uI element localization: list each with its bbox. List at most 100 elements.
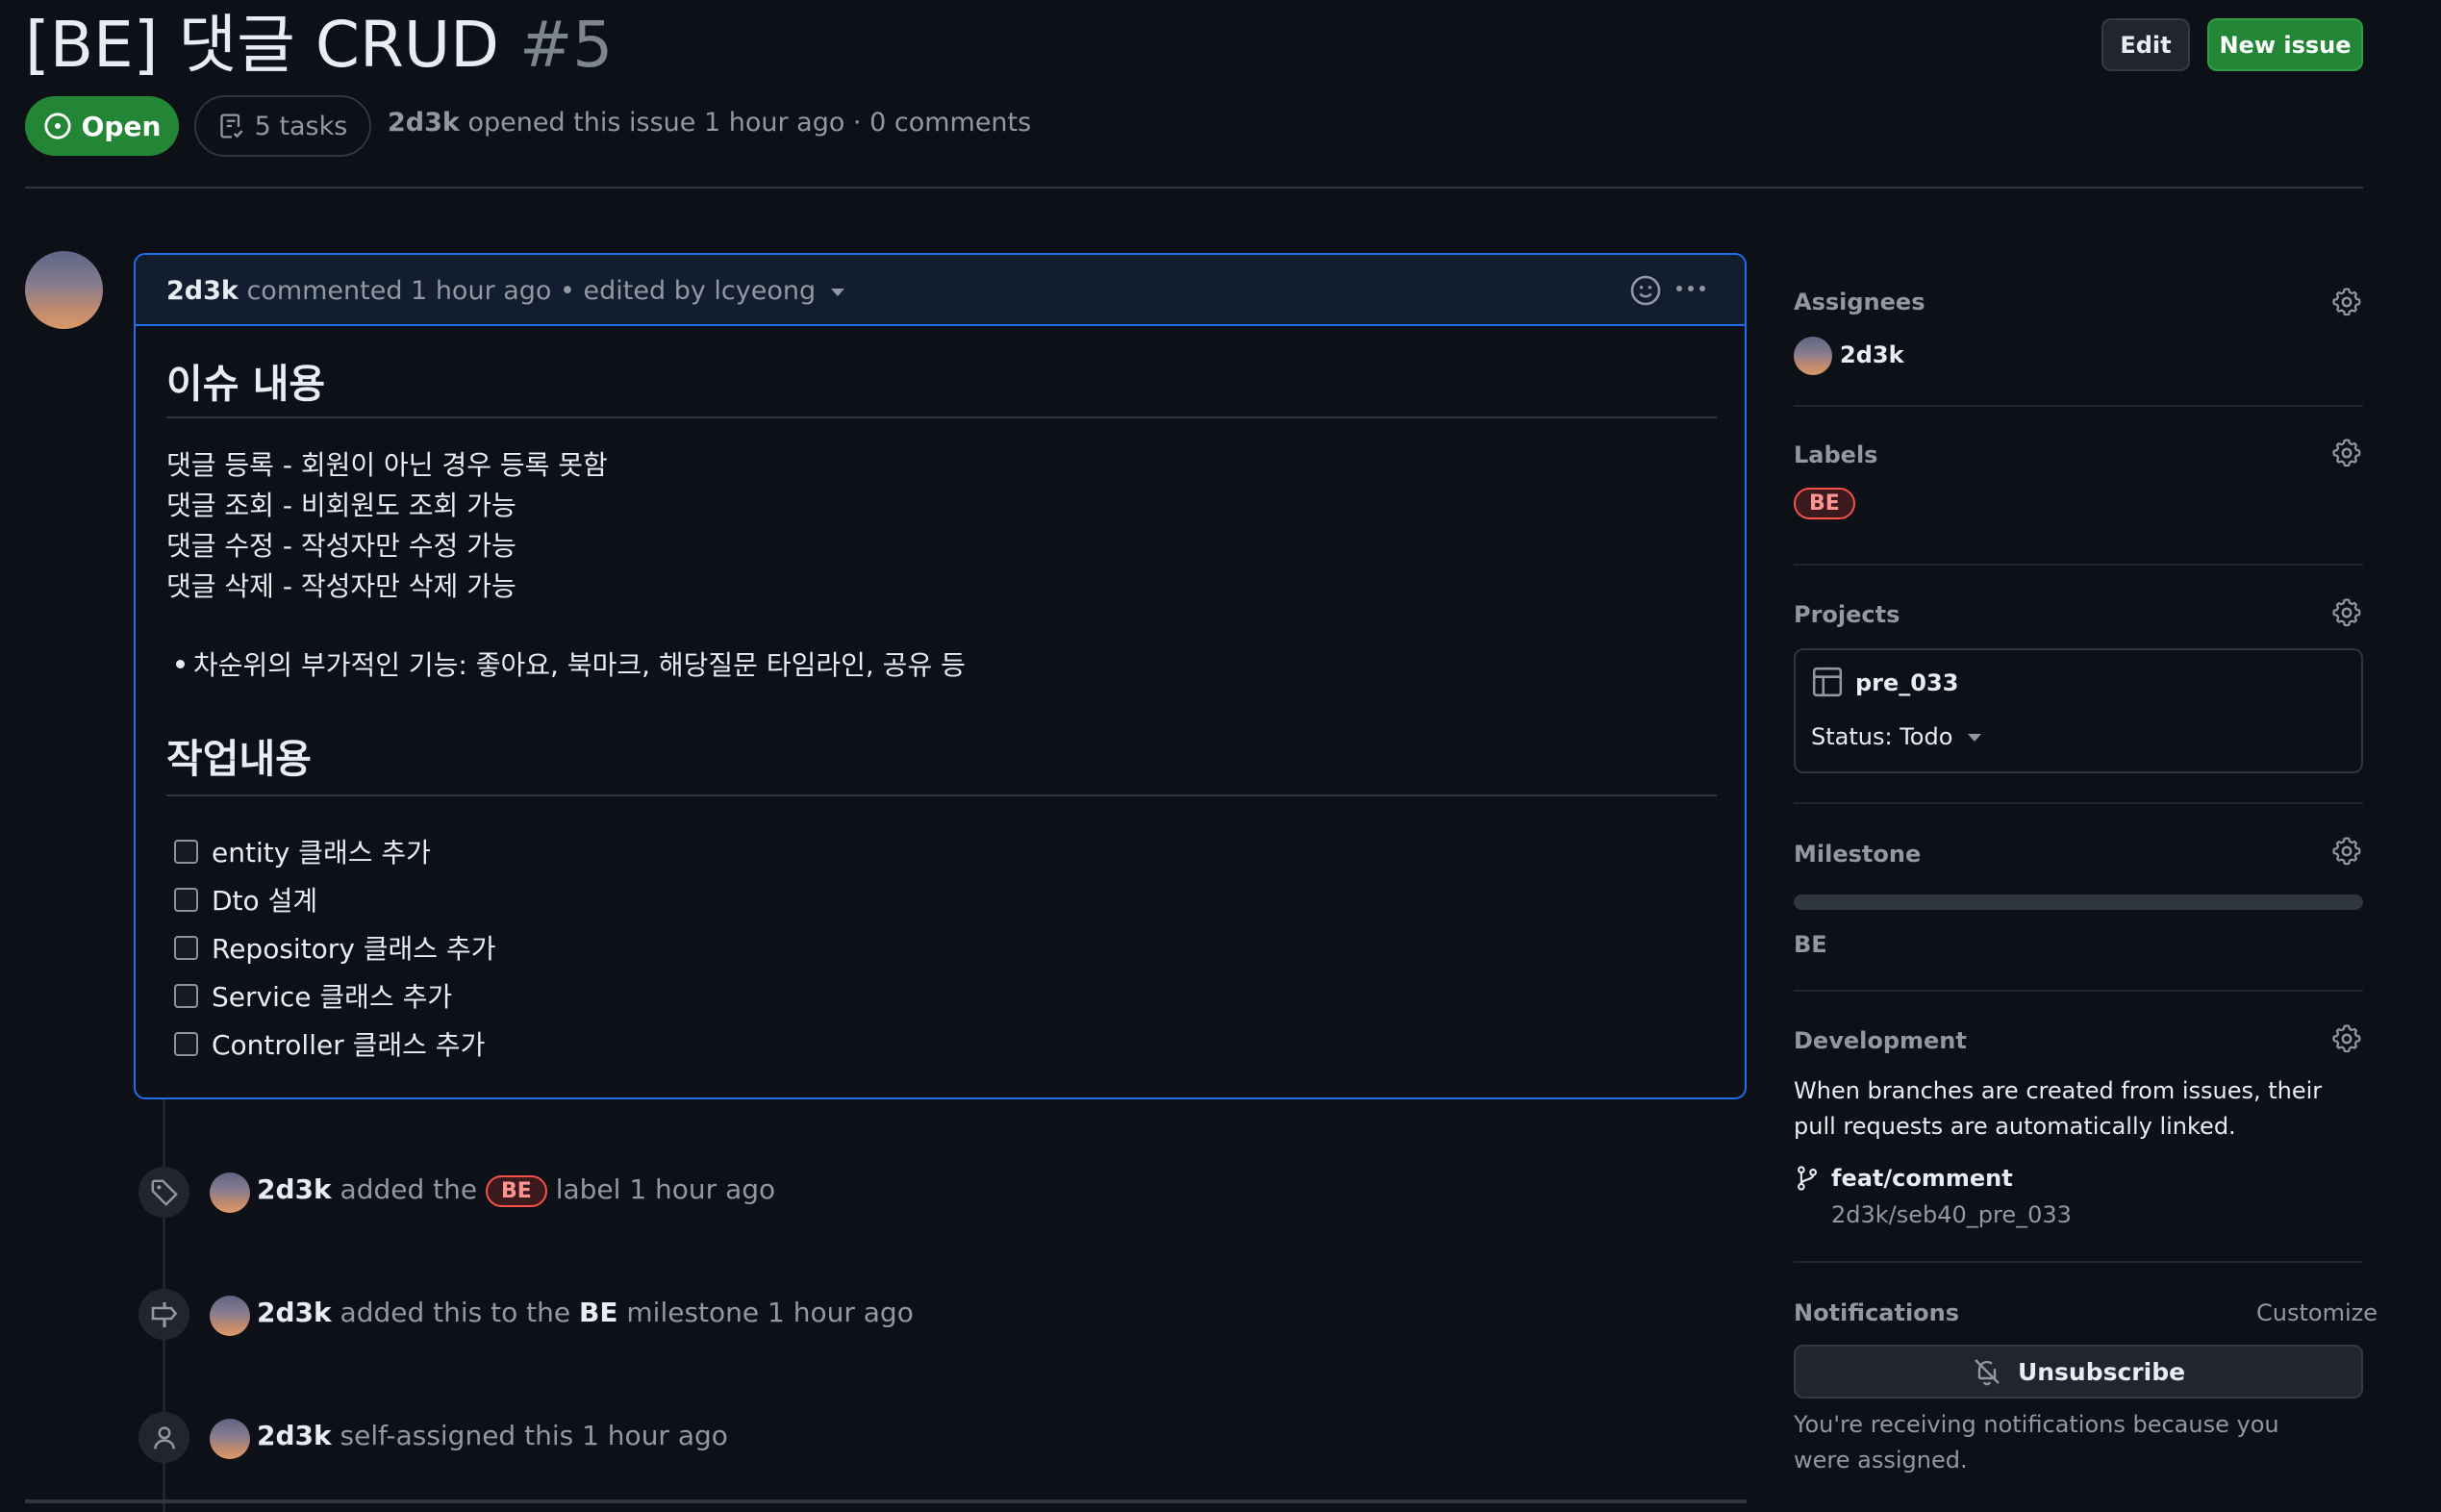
unsubscribe-button[interactable]: Unsubscribe xyxy=(1794,1345,2363,1399)
task-checkbox[interactable] xyxy=(174,839,198,864)
gear-icon[interactable] xyxy=(2331,287,2362,317)
label-badge[interactable]: BE xyxy=(1794,488,1855,519)
event-text: label 1 hour ago xyxy=(555,1173,776,1205)
sidebar-divider xyxy=(1794,1261,2363,1263)
task-label: entity 클래스 추가 xyxy=(212,837,431,869)
timeline-event: 2d3k added this to the BE milestone 1 ho… xyxy=(257,1297,914,1328)
project-card: pre_033 Status: Todo xyxy=(1794,648,2363,773)
project-name[interactable]: pre_033 xyxy=(1855,669,1958,696)
issue-title-text: [BE] 댓글 CRUD xyxy=(25,8,499,82)
timeline-divider xyxy=(25,1499,1747,1503)
task-label: Repository 클래스 추가 xyxy=(212,933,496,965)
task-checkbox[interactable] xyxy=(174,887,198,912)
bell-slash-icon xyxy=(1975,1359,2000,1386)
project-status-select[interactable]: Status: Todo xyxy=(1811,723,1982,750)
task-label: Dto 설계 xyxy=(212,885,318,917)
edit-button[interactable]: Edit xyxy=(2101,18,2190,71)
heading-divider xyxy=(166,416,1717,418)
kebab-horizontal-icon[interactable] xyxy=(1676,286,1705,291)
tasks-label: 5 tasks xyxy=(254,111,348,141)
milestone-link[interactable]: BE xyxy=(579,1297,617,1328)
branch-repo[interactable]: 2d3k/seb40_pre_033 xyxy=(1831,1201,2072,1228)
sidebar-divider xyxy=(1794,990,2363,992)
event-text: added this to the xyxy=(340,1297,571,1328)
new-issue-button[interactable]: New issue xyxy=(2207,18,2363,71)
milestone-heading: Milestone xyxy=(1794,841,1922,868)
issue-title: [BE] 댓글 CRUD #5 xyxy=(25,2,613,88)
project-status: Status: Todo xyxy=(1811,723,1953,750)
event-text: milestone 1 hour ago xyxy=(626,1297,914,1328)
branch-link[interactable]: feat/comment xyxy=(1831,1165,2013,1192)
avatar[interactable] xyxy=(210,1296,250,1336)
label-badge[interactable]: BE xyxy=(486,1174,547,1207)
heading-divider xyxy=(166,794,1717,796)
issue-meta: 2d3k opened this issue 1 hour ago · 0 co… xyxy=(388,108,1031,138)
assignee-name[interactable]: 2d3k xyxy=(1840,341,1904,368)
sidebar-divider xyxy=(1794,564,2363,566)
tasks-badge[interactable]: 5 tasks xyxy=(194,95,371,157)
status-label: Open xyxy=(81,110,162,142)
task-checkbox[interactable] xyxy=(174,1031,198,1056)
task-label: Service 클래스 추가 xyxy=(212,981,453,1013)
avatar[interactable] xyxy=(1794,337,1832,375)
labels-heading: Labels xyxy=(1794,441,1878,468)
gear-icon[interactable] xyxy=(2331,1023,2362,1054)
projects-heading: Projects xyxy=(1794,601,1900,628)
gear-icon[interactable] xyxy=(2331,836,2362,867)
task-item: Repository 클래스 추가 xyxy=(174,928,496,967)
milestone-icon xyxy=(151,1301,177,1327)
milestone-name[interactable]: BE xyxy=(1794,931,1827,958)
issue-meta-text: opened this issue 1 hour ago · 0 comment… xyxy=(467,108,1032,138)
event-text: self-assigned this 1 hour ago xyxy=(340,1420,728,1451)
checklist-icon xyxy=(220,113,243,139)
issue-number: #5 xyxy=(518,8,614,82)
paragraph-line: 댓글 등록 - 회원이 아닌 경우 등록 못함 xyxy=(166,449,608,481)
task-item: Controller 클래스 추가 xyxy=(174,1024,485,1063)
task-checkbox[interactable] xyxy=(174,983,198,1008)
chevron-down-icon[interactable] xyxy=(831,288,845,296)
task-label: Controller 클래스 추가 xyxy=(212,1029,486,1061)
table-icon xyxy=(1812,667,1843,697)
event-author-link[interactable]: 2d3k xyxy=(257,1297,332,1328)
task-checkbox[interactable] xyxy=(174,935,198,960)
paragraph-line: 댓글 삭제 - 작성자만 삭제 가능 xyxy=(166,570,516,602)
comment-meta-text: commented 1 hour ago • edited by lcyeong xyxy=(246,276,817,306)
issue-author-link[interactable]: 2d3k xyxy=(388,108,460,138)
notifications-reason: You're receiving notifications because y… xyxy=(1794,1411,2279,1474)
timeline-event: 2d3k self-assigned this 1 hour ago xyxy=(257,1420,728,1451)
heading-issue-content: 이슈 내용 xyxy=(166,361,326,407)
issue-open-icon xyxy=(44,113,71,139)
comment-author-link[interactable]: 2d3k xyxy=(166,276,239,306)
issue-comment: 2d3k commented 1 hour ago • edited by lc… xyxy=(134,253,1747,1099)
unsubscribe-label: Unsubscribe xyxy=(2017,1357,2186,1386)
gear-icon[interactable] xyxy=(2331,438,2362,468)
timeline-badge xyxy=(138,1167,189,1218)
avatar[interactable] xyxy=(25,251,103,329)
event-text: added the xyxy=(340,1173,478,1205)
task-item: Service 클래스 추가 xyxy=(174,976,452,1015)
chevron-down-icon xyxy=(1968,734,1982,742)
event-author-link[interactable]: 2d3k xyxy=(257,1173,332,1205)
task-item: Dto 설계 xyxy=(174,880,317,919)
avatar[interactable] xyxy=(210,1172,250,1213)
assignees-heading: Assignees xyxy=(1794,289,1925,315)
comment-meta: 2d3k commented 1 hour ago • edited by lc… xyxy=(166,276,845,306)
comment-paragraph: 댓글 등록 - 회원이 아닌 경우 등록 못함 댓글 조회 - 비회원도 조회 … xyxy=(166,445,608,607)
timeline-event: 2d3k added the BE label 1 hour ago xyxy=(257,1173,775,1207)
event-author-link[interactable]: 2d3k xyxy=(257,1420,332,1451)
header-divider xyxy=(25,187,2363,189)
gear-icon[interactable] xyxy=(2331,597,2362,628)
paragraph-line: 댓글 조회 - 비회원도 조회 가능 xyxy=(166,490,516,521)
paragraph-line: 댓글 수정 - 작성자만 수정 가능 xyxy=(166,530,516,562)
development-description: When branches are created from issues, t… xyxy=(1794,1077,2323,1140)
smiley-icon[interactable] xyxy=(1629,274,1662,307)
list-item: 차순위의 부가적인 기능: 좋아요, 북마크, 해당질문 타임라인, 공유 등 xyxy=(176,644,966,683)
notifications-heading: Notifications xyxy=(1794,1299,1960,1326)
milestone-progress-bar xyxy=(1794,895,2363,910)
customize-link[interactable]: Customize xyxy=(2256,1299,2378,1326)
avatar[interactable] xyxy=(210,1419,250,1459)
timeline-badge xyxy=(138,1412,189,1463)
comment-header: 2d3k commented 1 hour ago • edited by lc… xyxy=(136,255,1745,326)
task-item: entity 클래스 추가 xyxy=(174,832,431,870)
timeline-badge xyxy=(138,1289,189,1340)
